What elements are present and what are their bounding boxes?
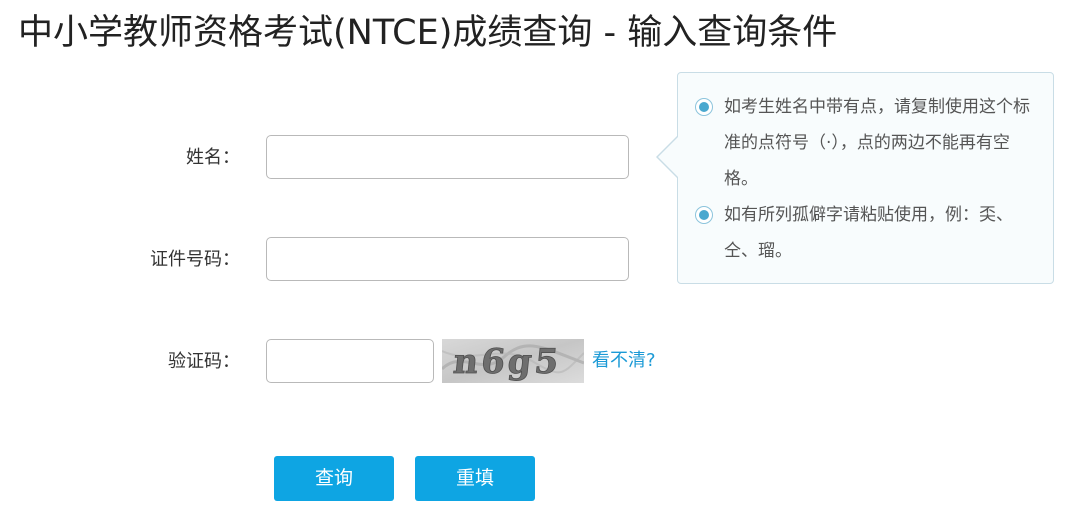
- tip-item-rare-chars: 如有所列孤僻字请粘贴使用，例：奀、仝、瑠。: [694, 197, 1037, 269]
- name-row: 姓名：: [0, 135, 240, 181]
- name-label: 姓名：: [186, 147, 240, 168]
- captcha-label: 验证码：: [168, 351, 240, 372]
- reset-button[interactable]: 重填: [415, 456, 535, 501]
- captcha-text: n6g5: [451, 342, 563, 382]
- tip-item-dot-name: 如考生姓名中带有点，请复制使用这个标准的点符号（·），点的两边不能再有空格。: [694, 89, 1037, 197]
- radio-bullet-icon: [695, 98, 713, 116]
- tip-text: 如考生姓名中带有点，请复制使用这个标准的点符号（·），点的两边不能再有空格。: [724, 97, 1030, 189]
- page: 中小学教师资格考试(NTCE)成绩查询 - 输入查询条件 姓名： 证件号码： 验…: [0, 0, 1074, 513]
- query-button[interactable]: 查询: [274, 456, 394, 501]
- radio-bullet-icon: [695, 206, 713, 224]
- captcha-image[interactable]: n6g5: [442, 339, 584, 383]
- captcha-input[interactable]: [266, 339, 434, 383]
- tip-box: 如考生姓名中带有点，请复制使用这个标准的点符号（·），点的两边不能再有空格。 如…: [677, 72, 1054, 284]
- tip-text: 如有所列孤僻字请粘贴使用，例：奀、仝、瑠。: [724, 205, 1013, 261]
- name-input[interactable]: [266, 135, 629, 179]
- id-row: 证件号码：: [0, 237, 240, 283]
- captcha-refresh-link[interactable]: 看不清?: [592, 346, 656, 376]
- captcha-row: 验证码：: [0, 339, 240, 385]
- id-number-input[interactable]: [266, 237, 629, 281]
- tip-arrow-fill: [658, 137, 678, 177]
- id-number-label: 证件号码：: [150, 249, 240, 270]
- page-title: 中小学教师资格考试(NTCE)成绩查询 - 输入查询条件: [18, 13, 838, 53]
